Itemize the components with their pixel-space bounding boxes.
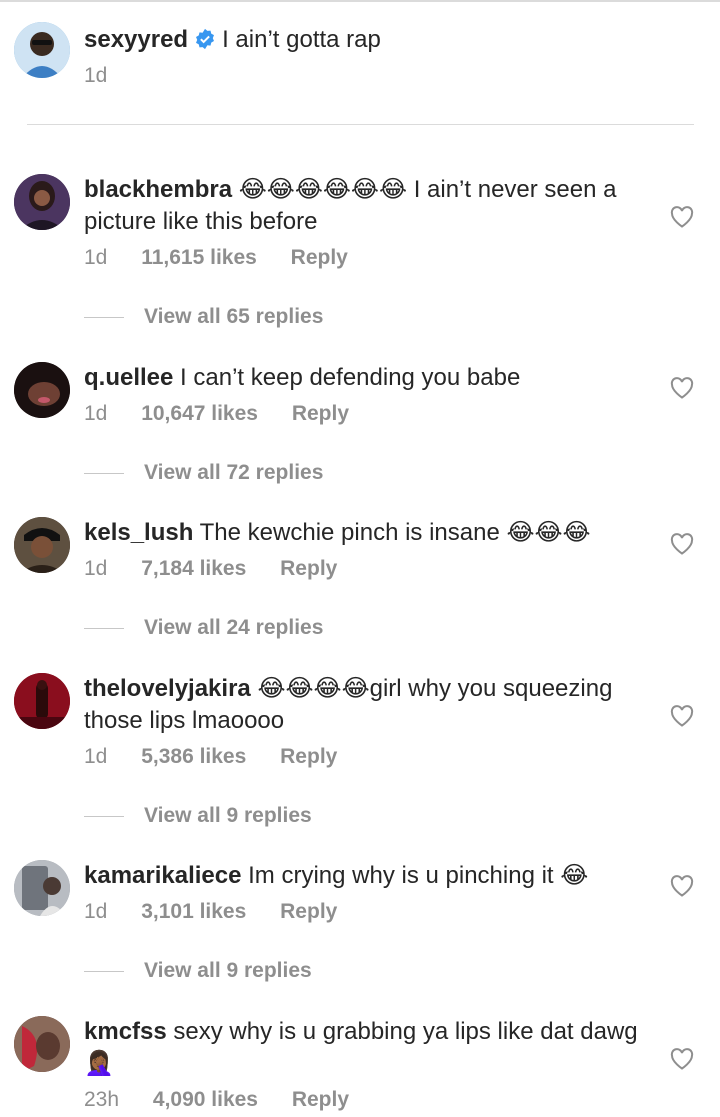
comment-username[interactable]: thelovelyjakira bbox=[84, 675, 251, 702]
comment-username[interactable]: kamarikaliece bbox=[84, 862, 241, 889]
caption-time: 1d bbox=[84, 64, 108, 87]
comment-time: 1d bbox=[84, 246, 108, 269]
comment-time: 1d bbox=[84, 900, 108, 923]
view-replies-button[interactable]: View all 9 replies bbox=[84, 959, 312, 983]
heart-icon[interactable] bbox=[670, 206, 694, 228]
comment-likes[interactable]: 10,647 likes bbox=[141, 402, 258, 425]
view-replies-button[interactable]: View all 9 replies bbox=[84, 804, 312, 828]
avatar[interactable] bbox=[14, 1016, 70, 1072]
avatar[interactable] bbox=[14, 860, 70, 916]
comment-time: 1d bbox=[84, 402, 108, 425]
caption-divider bbox=[27, 124, 694, 125]
comment-likes[interactable]: 5,386 likes bbox=[141, 745, 246, 768]
avatar[interactable] bbox=[14, 517, 70, 573]
reply-button[interactable]: Reply bbox=[280, 745, 337, 768]
view-replies-button[interactable]: View all 65 replies bbox=[84, 305, 323, 329]
comment-time: 1d bbox=[84, 745, 108, 768]
comment-username[interactable]: blackhembra bbox=[84, 176, 232, 203]
reply-button[interactable]: Reply bbox=[292, 402, 349, 425]
avatar[interactable] bbox=[14, 174, 70, 230]
comment-emoji: 😂😂😂😂😂😂 bbox=[238, 176, 408, 203]
top-divider bbox=[0, 0, 720, 2]
view-replies-button[interactable]: View all 72 replies bbox=[84, 461, 323, 485]
caption-username[interactable]: sexyyred bbox=[84, 26, 188, 53]
comment-time: 1d bbox=[84, 557, 108, 580]
caption-text: I ain’t gotta rap bbox=[222, 26, 381, 53]
comment-text: The kewchie pinch is insane 😂😂😂 bbox=[199, 519, 591, 546]
comment-username[interactable]: q.uellee bbox=[84, 364, 173, 391]
reply-button[interactable]: Reply bbox=[291, 246, 348, 269]
comment-text: Im crying why is u pinching it 😂 bbox=[248, 862, 589, 889]
heart-icon[interactable] bbox=[670, 705, 694, 727]
comment-time: 23h bbox=[84, 1088, 120, 1111]
avatar[interactable] bbox=[14, 362, 70, 418]
heart-icon[interactable] bbox=[670, 533, 694, 555]
comment-username[interactable]: kels_lush bbox=[84, 519, 193, 546]
comment-username[interactable]: kmcfss bbox=[84, 1018, 167, 1045]
comment-likes[interactable]: 4,090 likes bbox=[153, 1088, 258, 1111]
comment-text: sexy why is u grabbing ya lips like dat … bbox=[84, 1018, 638, 1077]
comment-likes[interactable]: 11,615 likes bbox=[141, 246, 257, 269]
verified-icon bbox=[196, 28, 215, 50]
heart-icon[interactable] bbox=[670, 377, 694, 399]
heart-icon[interactable] bbox=[670, 875, 694, 897]
reply-button[interactable]: Reply bbox=[292, 1088, 349, 1111]
reply-button[interactable]: Reply bbox=[280, 557, 337, 580]
reply-button[interactable]: Reply bbox=[280, 900, 337, 923]
avatar[interactable] bbox=[14, 673, 70, 729]
heart-icon[interactable] bbox=[670, 1048, 694, 1070]
view-replies-button[interactable]: View all 24 replies bbox=[84, 616, 323, 640]
comment-emoji: 😂😂😂😂 bbox=[257, 675, 370, 702]
comment-likes[interactable]: 3,101 likes bbox=[141, 900, 246, 923]
comment-text: I can’t keep defending you babe bbox=[180, 364, 521, 391]
comment-likes[interactable]: 7,184 likes bbox=[141, 557, 246, 580]
avatar[interactable] bbox=[14, 22, 70, 78]
